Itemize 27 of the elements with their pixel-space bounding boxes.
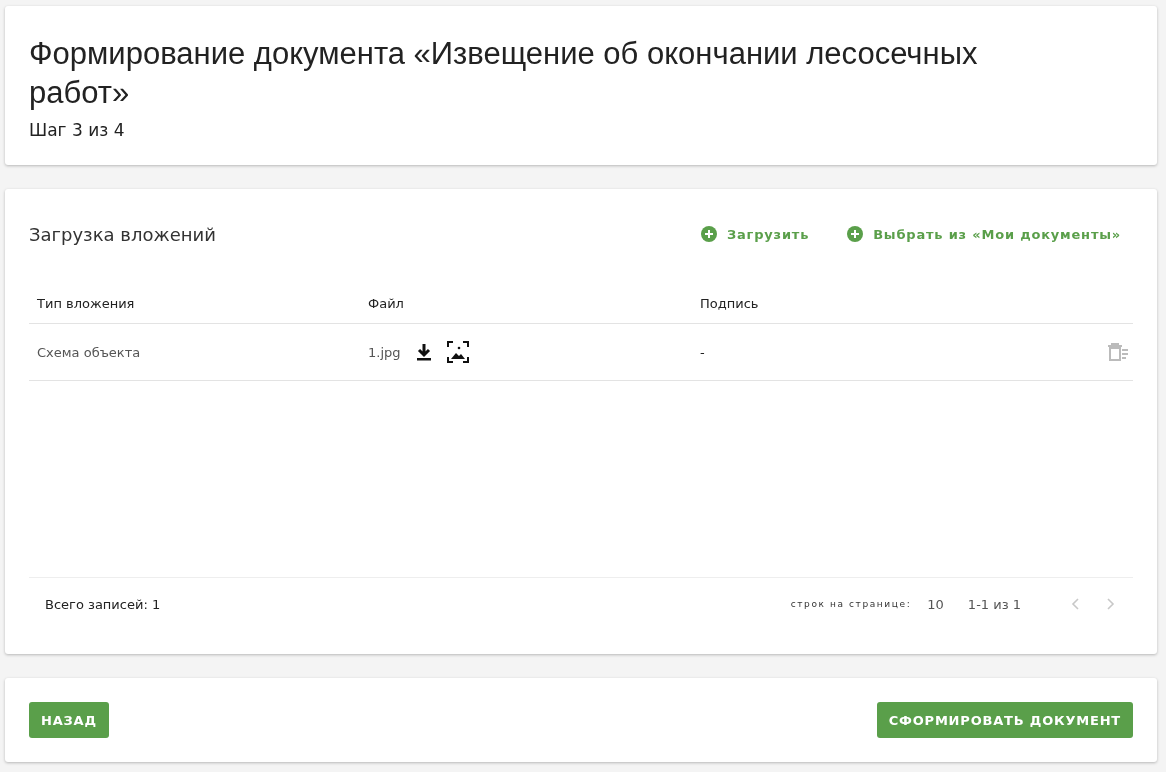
section-title: Загрузка вложений bbox=[29, 223, 216, 245]
submit-button[interactable]: СФОРМИРОВАТЬ ДОКУМЕНТ bbox=[876, 702, 1133, 738]
add-link[interactable]: Выбрать из «Мои документы» bbox=[847, 226, 1121, 242]
download-icon bbox=[416, 343, 431, 361]
add-link[interactable]: Загрузить bbox=[700, 226, 810, 242]
column-header: Тип вложения bbox=[36, 295, 136, 311]
plus-circle-icon bbox=[700, 226, 717, 242]
chevron-left-icon bbox=[1071, 598, 1079, 610]
chevron-right-icon bbox=[1107, 598, 1115, 610]
download-button[interactable] bbox=[416, 343, 431, 361]
image-preview-icon bbox=[446, 341, 469, 363]
file-name: 1.jpg bbox=[368, 344, 401, 360]
trash-list-icon bbox=[1107, 343, 1129, 361]
rows-per-page-label: строк на странице: bbox=[790, 599, 912, 609]
column-header: Файл bbox=[367, 295, 405, 311]
page-range: 1-1 из 1 bbox=[967, 596, 1021, 612]
column-header: Подпись bbox=[699, 295, 760, 311]
table-cell-text: - bbox=[699, 344, 706, 360]
back-button[interactable]: НАЗАД bbox=[29, 702, 109, 738]
table-cell-text: Схема объекта bbox=[36, 344, 142, 360]
page-title: Формирование документа «Извещение об окончании лесосечных работ» bbox=[29, 35, 979, 112]
delete-button[interactable] bbox=[1107, 343, 1129, 361]
rows-per-page-select[interactable]: 10 bbox=[927, 596, 944, 612]
step-indicator: Шаг 3 из 4 bbox=[29, 120, 126, 140]
plus-circle-icon bbox=[847, 226, 864, 242]
preview-button[interactable] bbox=[446, 341, 469, 363]
total-count: Всего записей: 1 bbox=[45, 596, 161, 612]
